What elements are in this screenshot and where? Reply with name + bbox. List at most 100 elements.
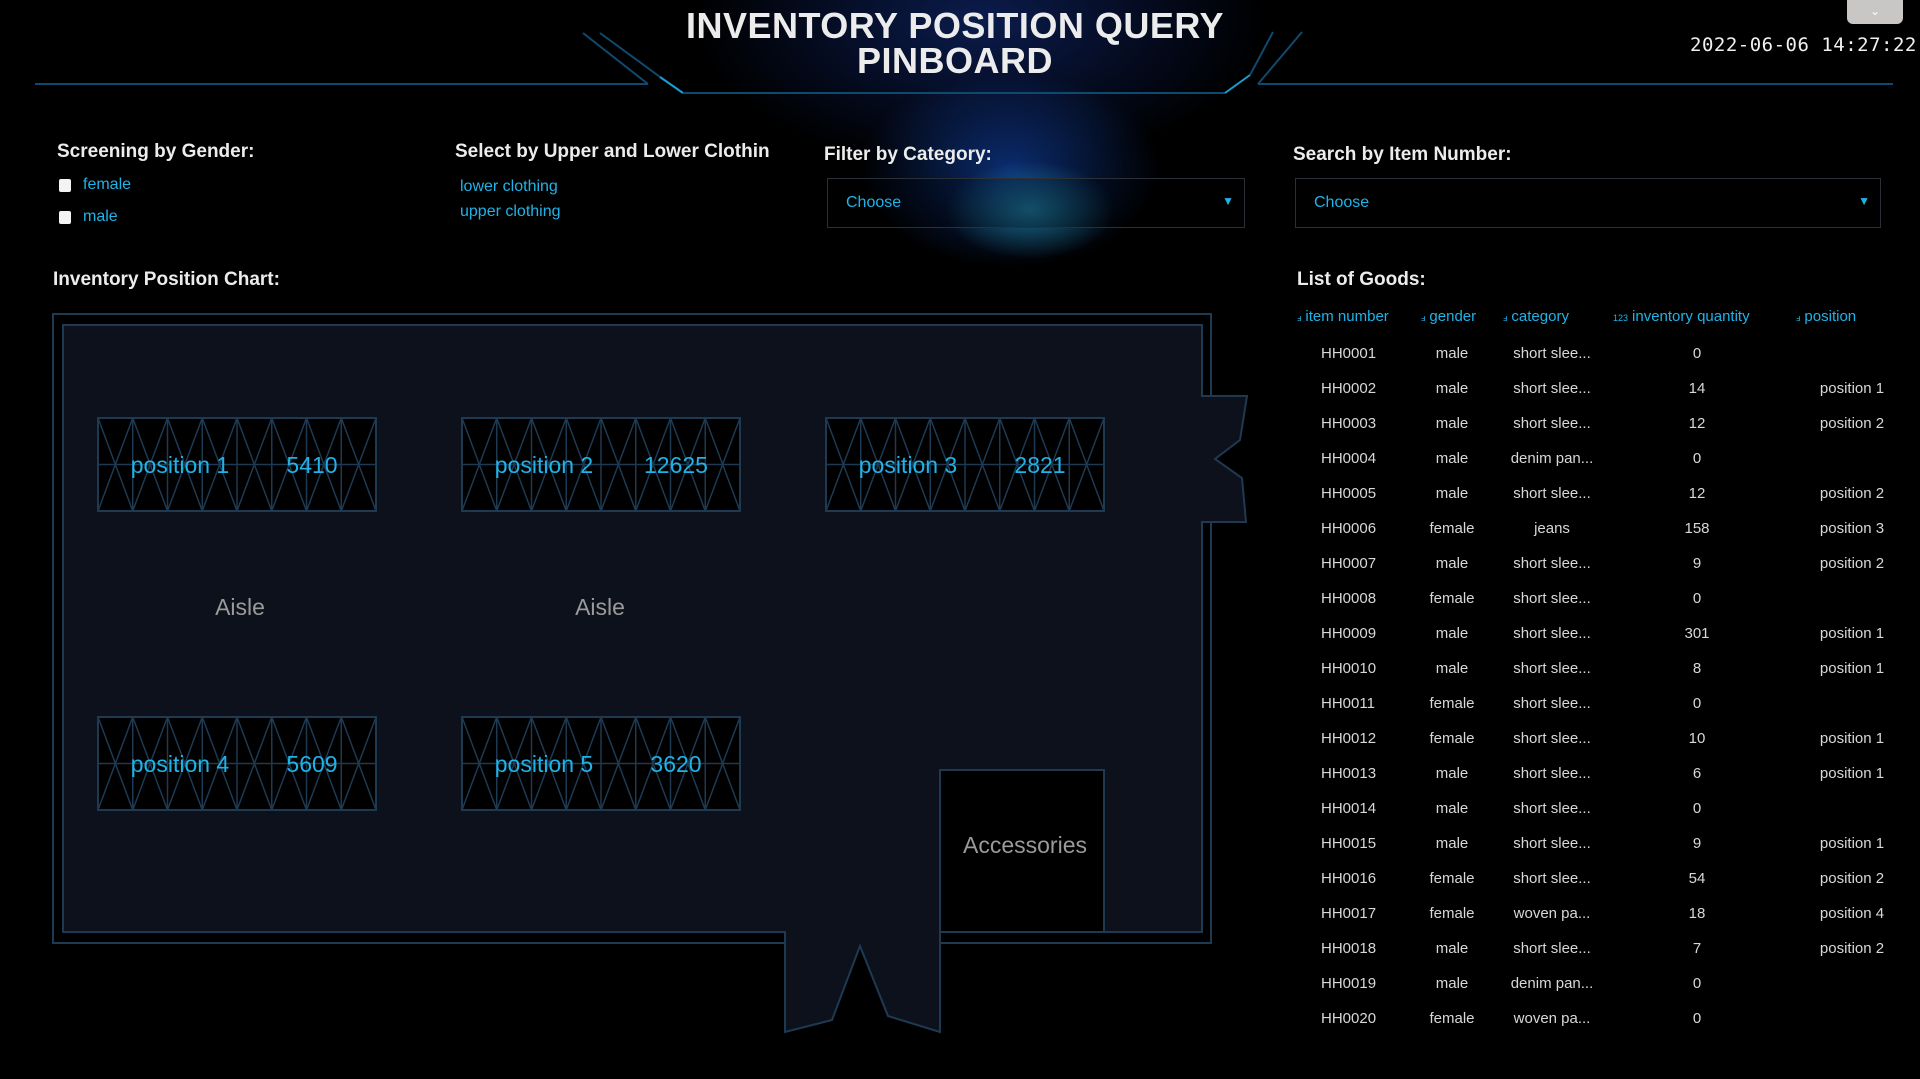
cell-inventory-quantity: 18 <box>1688 905 1706 922</box>
cell-inventory-quantity: 0 <box>1692 695 1702 712</box>
table-row[interactable]: HH0012 female short slee... 10 position 1 <box>1297 730 1897 765</box>
cell-position: position 2 <box>1819 555 1885 572</box>
cell-inventory-quantity: 0 <box>1692 975 1702 992</box>
column-header-label: inventory quantity <box>1632 308 1750 325</box>
cell-gender: female <box>1429 695 1475 712</box>
table-row[interactable]: HH0011 female short slee... 0 <box>1297 695 1897 730</box>
cell-item-number: HH0014 <box>1321 800 1377 817</box>
cell-category: short slee... <box>1513 730 1591 747</box>
main-entrance <box>784 931 941 1034</box>
table-row[interactable]: HH0013 male short slee... 6 position 1 <box>1297 765 1897 800</box>
storage-rack-position-3[interactable]: position 3 2821 <box>825 417 1105 512</box>
table-row[interactable]: HH0003 male short slee... 12 position 2 <box>1297 415 1897 450</box>
cell-inventory-quantity: 7 <box>1692 940 1702 957</box>
column-header-inventory-quantity[interactable]: 123 inventory quantity <box>1613 308 1750 325</box>
table-row[interactable]: HH0001 male short slee... 0 <box>1297 345 1897 380</box>
text-type-icon: ⅎ <box>1421 313 1426 323</box>
cell-category: denim pan... <box>1510 450 1594 467</box>
cell-position: position 3 <box>1819 520 1885 537</box>
table-row[interactable]: HH0017 female woven pa... 18 position 4 <box>1297 905 1897 940</box>
cell-position: position 2 <box>1819 940 1885 957</box>
cell-inventory-quantity: 158 <box>1684 520 1710 537</box>
cell-inventory-quantity: 0 <box>1692 1010 1702 1027</box>
column-header-label: item number <box>1305 308 1389 325</box>
rack-position-label: position 5 <box>495 751 593 777</box>
rack-quantity-label: 2821 <box>1014 452 1065 478</box>
cell-inventory-quantity: 301 <box>1684 625 1710 642</box>
cell-category: short slee... <box>1513 870 1591 887</box>
cell-category: short slee... <box>1513 695 1591 712</box>
storage-rack-position-2[interactable]: position 2 12625 <box>461 417 741 512</box>
cell-item-number: HH0013 <box>1321 765 1377 782</box>
cell-item-number: HH0005 <box>1321 485 1377 502</box>
column-header-category[interactable]: ⅎ category <box>1503 308 1569 325</box>
cell-inventory-quantity: 9 <box>1692 555 1702 572</box>
cell-item-number: HH0009 <box>1321 625 1377 642</box>
cell-gender: female <box>1429 590 1475 607</box>
cell-gender: female <box>1429 1010 1475 1027</box>
table-row[interactable]: HH0005 male short slee... 12 position 2 <box>1297 485 1897 520</box>
cell-gender: male <box>1435 660 1469 677</box>
cell-position: position 1 <box>1819 380 1885 397</box>
cell-item-number: HH0004 <box>1321 450 1377 467</box>
cell-category: short slee... <box>1513 415 1591 432</box>
rack-position-label: position 3 <box>859 452 957 478</box>
table-row[interactable]: HH0004 male denim pan... 0 <box>1297 450 1897 485</box>
cell-inventory-quantity: 6 <box>1692 765 1702 782</box>
column-header-position[interactable]: ⅎ position <box>1796 308 1856 325</box>
cell-gender: female <box>1429 730 1475 747</box>
cell-gender: male <box>1435 765 1469 782</box>
cell-item-number: HH0007 <box>1321 555 1377 572</box>
cell-item-number: HH0008 <box>1321 590 1377 607</box>
table-row[interactable]: HH0002 male short slee... 14 position 1 <box>1297 380 1897 415</box>
text-type-icon: ⅎ <box>1503 313 1508 323</box>
cell-category: jeans <box>1534 520 1570 537</box>
table-row[interactable]: HH0016 female short slee... 54 position 2 <box>1297 870 1897 905</box>
cell-inventory-quantity: 0 <box>1692 450 1702 467</box>
cell-gender: male <box>1435 800 1469 817</box>
cell-gender: male <box>1435 555 1469 572</box>
cell-gender: male <box>1435 940 1469 957</box>
column-header-label: gender <box>1429 308 1477 325</box>
cell-item-number: HH0017 <box>1321 905 1377 922</box>
cell-position: position 1 <box>1819 835 1885 852</box>
rack-position-label: position 4 <box>131 751 230 777</box>
column-header-item-number[interactable]: ⅎ item number <box>1297 308 1389 325</box>
number-type-icon: 123 <box>1613 313 1629 323</box>
table-row[interactable]: HH0015 male short slee... 9 position 1 <box>1297 835 1897 870</box>
cell-inventory-quantity: 10 <box>1688 730 1706 747</box>
cell-item-number: HH0011 <box>1321 695 1375 712</box>
cell-inventory-quantity: 14 <box>1688 380 1706 397</box>
cell-gender: male <box>1435 380 1469 397</box>
table-row[interactable]: HH0019 male denim pan... 0 <box>1297 975 1897 1010</box>
side-entrance-opening <box>1200 397 1204 521</box>
cell-category: short slee... <box>1513 625 1591 642</box>
table-row[interactable]: HH0018 male short slee... 7 position 2 <box>1297 940 1897 975</box>
text-type-icon: ⅎ <box>1297 313 1302 323</box>
table-row[interactable]: HH0014 male short slee... 0 <box>1297 800 1897 835</box>
storage-rack-position-5[interactable]: position 5 3620 <box>461 716 741 811</box>
cell-category: woven pa... <box>1513 1010 1591 1027</box>
table-row[interactable]: HH0008 female short slee... 0 <box>1297 590 1897 625</box>
table-row[interactable]: HH0007 male short slee... 9 position 2 <box>1297 555 1897 590</box>
cell-category: short slee... <box>1513 345 1591 362</box>
cell-inventory-quantity: 9 <box>1692 835 1702 852</box>
cell-item-number: HH0001 <box>1321 345 1377 362</box>
cell-gender: male <box>1435 345 1469 362</box>
cell-gender: male <box>1435 415 1469 432</box>
cell-item-number: HH0002 <box>1321 380 1377 397</box>
cell-category: woven pa... <box>1513 905 1591 922</box>
column-header-gender[interactable]: ⅎ gender <box>1421 308 1476 325</box>
aisle-label-1: Aisle <box>215 594 265 620</box>
table-row[interactable]: HH0009 male short slee... 301 position 1 <box>1297 625 1897 660</box>
storage-rack-position-1[interactable]: position 1 5410 <box>97 417 377 512</box>
table-row[interactable]: HH0020 female woven pa... 0 <box>1297 1010 1897 1045</box>
cell-inventory-quantity: 0 <box>1692 590 1702 607</box>
table-row[interactable]: HH0006 female jeans 158 position 3 <box>1297 520 1897 555</box>
cell-inventory-quantity: 0 <box>1692 345 1702 362</box>
cell-position: position 1 <box>1819 730 1885 747</box>
column-header-label: category <box>1511 308 1569 325</box>
storage-rack-position-4[interactable]: position 4 5609 <box>97 716 377 811</box>
cell-item-number: HH0015 <box>1321 835 1377 852</box>
table-row[interactable]: HH0010 male short slee... 8 position 1 <box>1297 660 1897 695</box>
